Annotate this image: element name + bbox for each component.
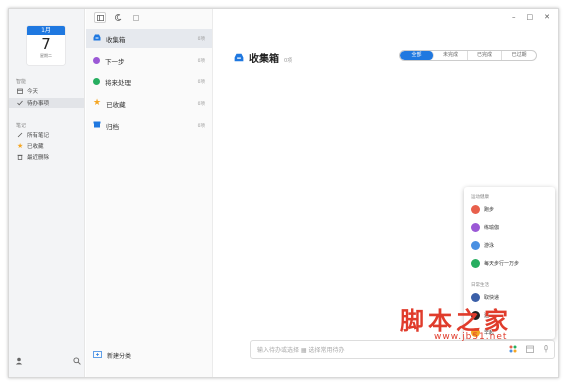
list-item-later[interactable]: 将来处理 0项 (86, 72, 212, 91)
tab-expired[interactable]: 已过期 (502, 51, 536, 60)
popup-item-yoga[interactable]: 练瑜伽 (471, 223, 499, 232)
rail-item-todo[interactable]: 待办事项 (9, 98, 84, 108)
list-toolbar (94, 12, 142, 23)
calendar-weekday: 星期二 (40, 53, 52, 58)
list-item-favorites[interactable]: ★ 已收藏 0项 (86, 94, 212, 113)
tab-completed[interactable]: 已完成 (468, 51, 502, 60)
popup-item-walking[interactable]: 每天步行一万步 (471, 259, 519, 268)
list-item-archive[interactable]: 归档 0项 (86, 116, 212, 135)
rail-item-all-notes[interactable]: 所有笔记 (17, 130, 49, 140)
checkmark-icon (17, 100, 23, 106)
maximize-button[interactable]: □ (527, 13, 534, 21)
folder-plus-icon (93, 351, 102, 360)
clock-icon (93, 78, 100, 85)
user-icon[interactable] (15, 357, 23, 367)
tab-incomplete[interactable]: 未完成 (434, 51, 468, 60)
rail-item-label: 最近删除 (27, 155, 50, 161)
left-rail: 1月 7 星期二 智能 今天 待办事项 笔记 所有笔记 ★ 已收藏 最近删除 (9, 9, 85, 377)
pin-button[interactable] (130, 12, 142, 23)
arrow-circle-icon (93, 57, 100, 64)
filter-tabs: 全部 未完成 已完成 已过期 (399, 50, 537, 61)
page-title: 收集箱 (249, 54, 279, 65)
rail-item-recently-deleted[interactable]: 最近删除 (17, 152, 49, 162)
rail-item-label: 待办事项 (27, 101, 50, 107)
window-controls: – □ ✕ (512, 13, 550, 21)
rail-item-label: 已收藏 (27, 144, 44, 150)
rail-group-notes: 笔记 (16, 123, 27, 129)
rail-item-today[interactable]: 今天 (17, 86, 38, 96)
rail-footer (15, 357, 81, 367)
rail-item-favorites[interactable]: ★ 已收藏 (17, 141, 44, 151)
calendar-day: 7 (41, 35, 51, 53)
rail-group-smart: 智能 (16, 79, 27, 85)
popup-group-daily: 日常生活 (471, 283, 489, 288)
sidebar-icon (96, 14, 104, 21)
archive-icon (93, 121, 101, 130)
list-item-count: 0项 (197, 79, 205, 85)
watermark-text: 脚本之家 (400, 306, 512, 335)
dark-mode-button[interactable] (112, 12, 124, 23)
walking-icon (471, 259, 480, 268)
list-item-label: 归档 (106, 122, 119, 131)
new-category-label: 新建分类 (107, 353, 132, 360)
search-icon[interactable] (73, 357, 81, 367)
inbox-icon (234, 53, 244, 64)
running-icon (471, 205, 480, 214)
popup-item-label: 取快递 (484, 295, 500, 301)
calendar-icon (17, 88, 23, 94)
sidebar-toggle-button[interactable] (94, 12, 106, 23)
pencil-icon (17, 132, 23, 138)
popup-item-label: 练瑜伽 (484, 225, 500, 231)
list-item-inbox[interactable]: 收集箱 0项 (86, 29, 212, 48)
popup-item-running[interactable]: 跑步 (471, 205, 494, 214)
page-count: 0项 (284, 58, 293, 64)
list-item-count: 0项 (197, 101, 205, 107)
square-icon (133, 14, 139, 21)
moon-icon (114, 14, 121, 21)
list-item-count: 0项 (197, 58, 205, 64)
list-item-label: 收集箱 (106, 35, 126, 44)
rail-item-label: 今天 (27, 89, 39, 95)
microphone-icon[interactable] (543, 345, 549, 355)
list-item-count: 0项 (197, 36, 205, 42)
popup-item-label: 每天步行一万步 (484, 261, 520, 267)
todo-input-placeholder: 输入待办或选择 ▦ 选择常用待办 (257, 347, 345, 354)
popup-group-health: 运动健康 (471, 195, 489, 200)
calendar-month: 1月 (27, 26, 65, 35)
trash-icon (17, 154, 23, 160)
popup-item-label: 游泳 (484, 243, 495, 249)
inbox-icon (93, 34, 101, 43)
minimize-button[interactable]: – (512, 13, 516, 21)
watermark: 脚本之家 www.jb51.net (400, 301, 530, 349)
star-icon: ★ (93, 98, 102, 108)
category-list: 收集箱 0项 下一步 0项 将来处理 0项 ★ 已收藏 0项 归档 0项 新建分… (86, 9, 213, 377)
rail-item-label: 所有笔记 (27, 133, 50, 139)
watermark-url: www.jb51.net (434, 332, 508, 342)
popup-item-label: 跑步 (484, 207, 495, 213)
popup-item-swimming[interactable]: 游泳 (471, 241, 494, 250)
yoga-icon (471, 223, 480, 232)
list-item-next-step[interactable]: 下一步 0项 (86, 51, 212, 70)
list-item-label: 将来处理 (105, 78, 131, 87)
swimming-icon (471, 241, 480, 250)
main-header: 收集箱 0项 (234, 50, 292, 65)
close-button[interactable]: ✕ (544, 13, 550, 21)
tab-all[interactable]: 全部 (400, 51, 434, 60)
new-category-button[interactable]: 新建分类 (93, 351, 131, 360)
star-icon: ★ (17, 142, 24, 150)
list-item-count: 0项 (197, 123, 205, 129)
list-item-label: 已收藏 (106, 100, 126, 109)
calendar-widget[interactable]: 1月 7 星期二 (27, 26, 65, 65)
list-item-label: 下一步 (105, 57, 125, 66)
